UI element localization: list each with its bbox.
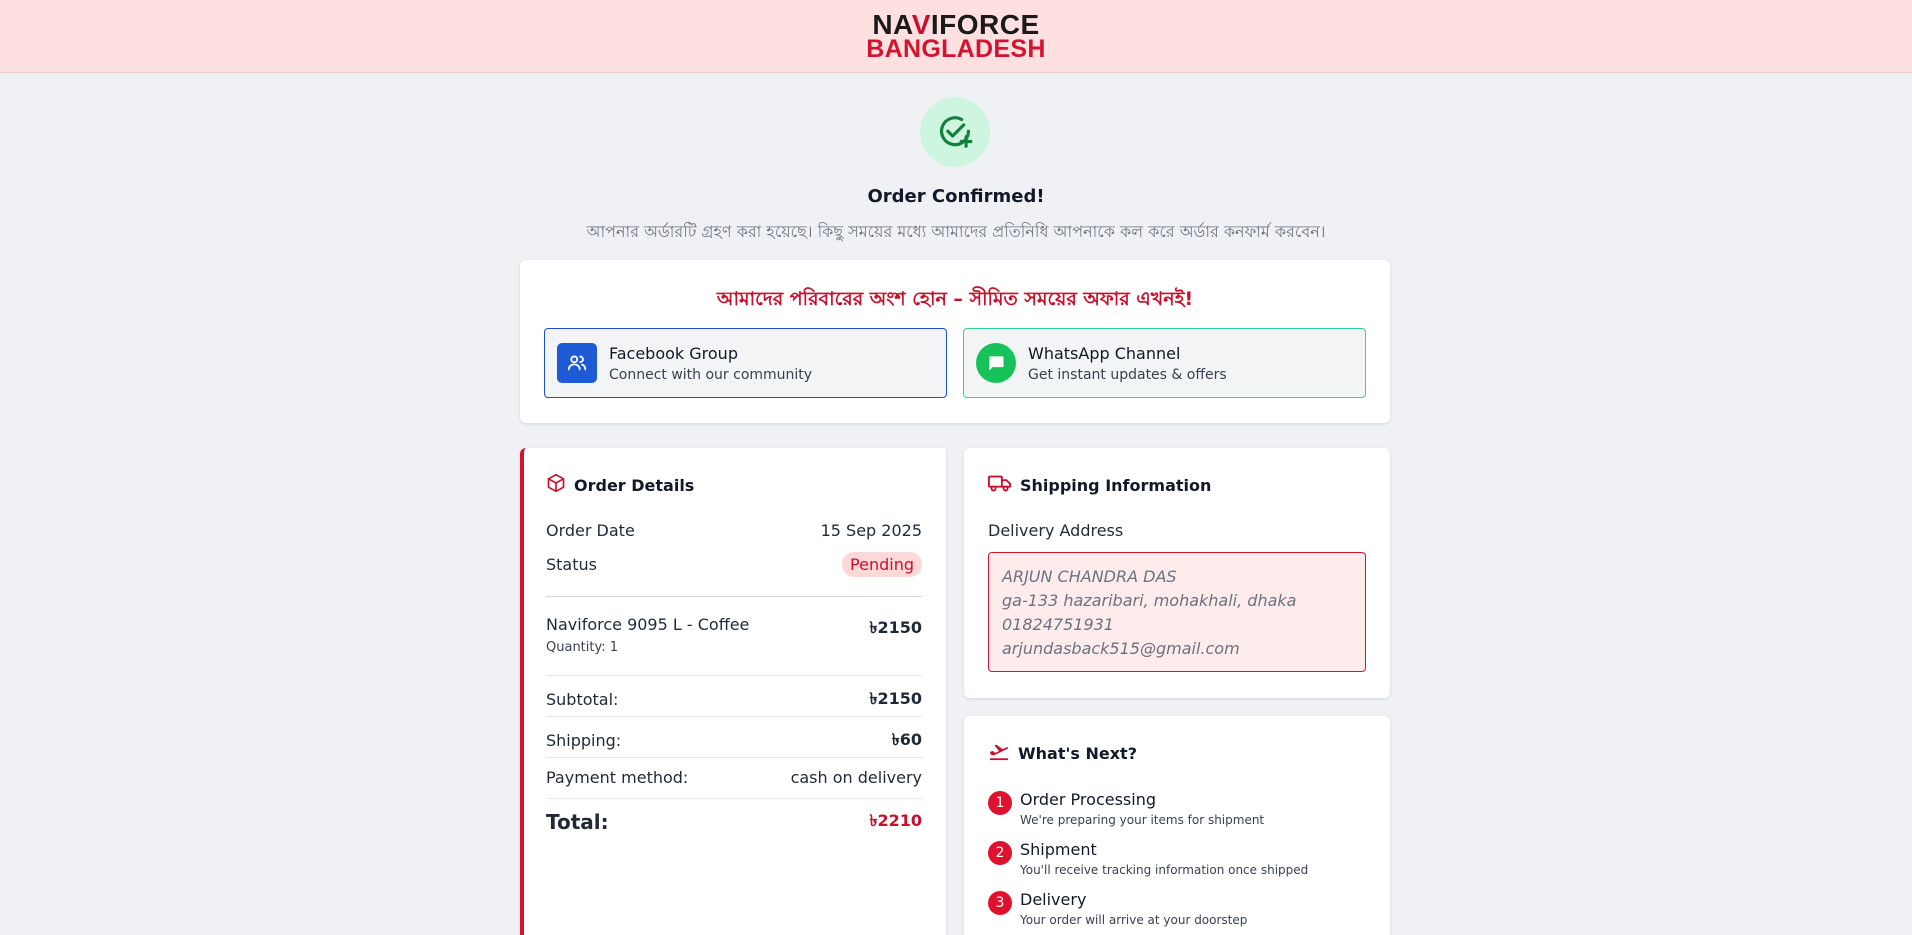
recipient-phone: 01824751931 [1002,615,1114,634]
logo-subtext: BANGLADESH [866,34,1046,63]
order-details-title: Order Details [574,475,695,495]
delivery-address-label: Delivery Address [988,521,1124,540]
confirmation-message: আপনার অর্ডারটি গ্রহণ করা হয়েছে। কিছু সম… [586,222,1326,241]
truck-icon [988,473,1020,497]
step-number: 1 [988,791,1012,815]
shipping-label: Shipping: [546,731,622,750]
status-label: Status [546,555,597,574]
total-label: Total: [546,809,609,834]
facebook-group-subtitle: Connect with our community [609,366,813,383]
whats-next-card: What's Next? 1 Order Processing We're pr… [964,716,1390,935]
step-number: 3 [988,891,1012,915]
recipient-email: arjundasback515@gmail.com [1002,639,1240,658]
status-badge: Pending [842,552,922,577]
item-quantity: Quantity: 1 [546,640,619,655]
shipping-info-card: Shipping Information Delivery Address AR… [964,448,1390,698]
page-title: Order Confirmed! [867,186,1045,207]
step-description: You'll receive tracking information once… [1020,863,1309,877]
naviforce-logo[interactable]: NAVIFORCE BANGLADESH [866,10,1046,63]
subtotal-value: ৳2150 [869,689,922,708]
facebook-group-button[interactable]: Facebook Group Connect with our communit… [544,328,947,398]
order-date-label: Order Date [546,521,635,540]
step-description: We're preparing your items for shipment [1020,813,1265,827]
step-delivery: 3 Delivery Your order will arrive at you… [988,890,1366,927]
users-icon [557,343,597,383]
divider [546,675,922,676]
package-icon [546,473,574,497]
order-details-card: Order Details Order Date 15 Sep 2025 Sta… [520,448,946,935]
divider [546,757,922,758]
item-price: ৳2150 [869,618,922,637]
delivery-address-box: ARJUN CHANDRA DAS ga-133 hazaribari, moh… [988,552,1366,672]
divider [546,798,922,799]
payment-method-value: cash on delivery [790,768,922,787]
shipping-info-title: Shipping Information [1020,475,1212,495]
whats-next-title: What's Next? [1018,743,1137,763]
whatsapp-channel-button[interactable]: WhatsApp Channel Get instant updates & o… [963,328,1366,398]
step-order-processing: 1 Order Processing We're preparing your … [988,790,1366,827]
step-title: Shipment [1020,840,1097,859]
facebook-group-title: Facebook Group [609,343,738,363]
step-description: Your order will arrive at your doorstep [1020,913,1248,927]
subtotal-label: Subtotal: [546,690,619,709]
check-circle-plus-icon [920,97,990,167]
recipient-address: ga-133 hazaribari, mohakhali, dhaka [1002,591,1297,610]
total-value: ৳2210 [869,811,922,830]
divider [546,716,922,717]
step-number: 2 [988,841,1012,865]
step-title: Delivery [1020,890,1087,909]
item-name: Naviforce 9095 L - Coffee [546,615,750,634]
step-shipment: 2 Shipment You'll receive tracking infor… [988,840,1366,877]
recipient-name: ARJUN CHANDRA DAS [1002,567,1177,586]
whatsapp-channel-subtitle: Get instant updates & offers [1028,366,1227,383]
promo-heading: আমাদের পরিবারের অংশ হোন – সীমিত সময়ের অ… [716,288,1194,310]
order-date-value: 15 Sep 2025 [820,521,922,540]
shipping-value: ৳60 [891,730,922,749]
whatsapp-channel-title: WhatsApp Channel [1028,343,1181,363]
chat-icon [976,343,1016,383]
site-header: NAVIFORCE BANGLADESH [0,0,1912,73]
divider [546,596,922,597]
plane-icon [988,741,1018,765]
community-promo-card: আমাদের পরিবারের অংশ হোন – সীমিত সময়ের অ… [520,260,1390,423]
payment-method-label: Payment method: [546,768,689,787]
step-title: Order Processing [1020,790,1156,809]
